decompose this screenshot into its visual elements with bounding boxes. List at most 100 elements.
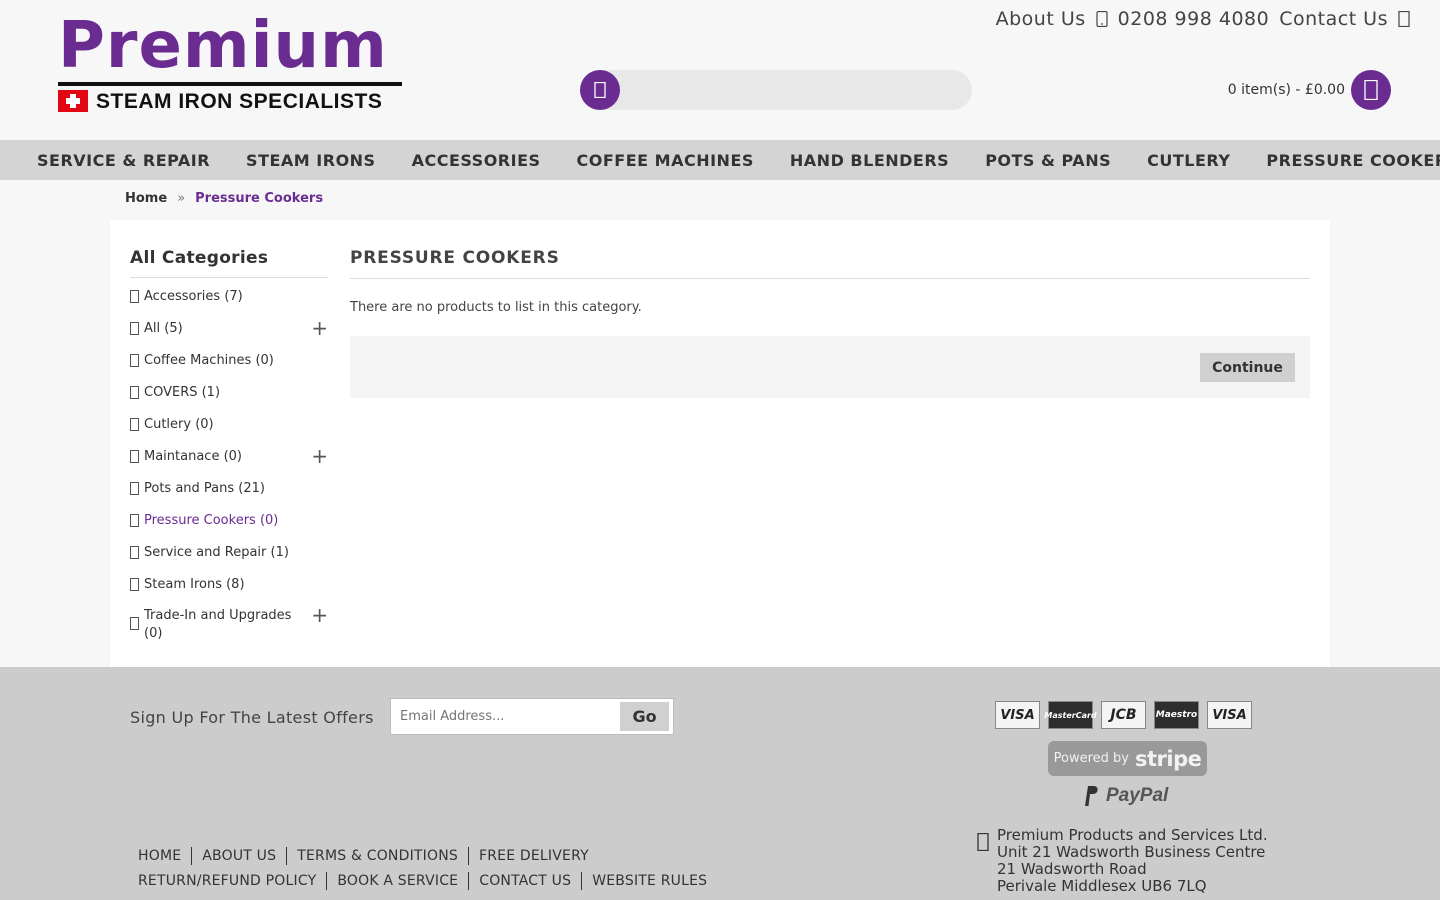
visa-electron-icon: VISA — [1207, 701, 1252, 729]
address-line: Perivale Middlesex UB6 7LQ — [997, 877, 1207, 895]
category-bullet-icon — [130, 322, 139, 335]
category-content: PRESSURE COOKERS There are no products t… — [350, 248, 1310, 398]
nav-accessories[interactable]: ACCESSORIES — [394, 151, 559, 170]
maestro-card-icon: Maestro — [1154, 701, 1199, 729]
location-icon — [977, 833, 989, 895]
cart-widget[interactable]: 0 item(s) - £0.00 — [1228, 70, 1391, 110]
footer-links: HOME ABOUT US TERMS & CONDITIONS FREE DE… — [138, 843, 738, 893]
category-bullet-icon — [130, 546, 139, 559]
envelope-icon[interactable] — [1398, 11, 1410, 27]
category-bullet-icon — [130, 354, 139, 367]
expand-plus-icon[interactable]: + — [311, 603, 328, 627]
stripe-badge: Powered by stripe — [1048, 741, 1207, 776]
footer-link-rules[interactable]: WEBSITE RULES — [581, 871, 717, 890]
jcb-card-icon: JCB — [1101, 701, 1146, 729]
continue-button[interactable]: Continue — [1200, 353, 1295, 382]
top-links: About Us 0208 998 4080 Contact Us — [996, 8, 1410, 30]
footer-link-home[interactable]: HOME — [138, 847, 191, 865]
phone-number-link[interactable]: 0208 998 4080 — [1118, 8, 1270, 30]
category-label[interactable]: COVERS (1) — [144, 384, 294, 402]
visa-card-icon: VISA — [995, 701, 1040, 729]
logo-wordmark: Premium — [58, 9, 388, 83]
category-bullet-icon — [130, 578, 139, 591]
nav-steam-irons[interactable]: STEAM IRONS — [228, 151, 394, 170]
cart-summary[interactable]: 0 item(s) - £0.00 — [1228, 82, 1345, 98]
nav-pressure-cookers[interactable]: PRESSURE COOKERS — [1248, 151, 1440, 170]
category-label[interactable]: Cutlery (0) — [144, 416, 294, 434]
nav-cutlery[interactable]: CUTLERY — [1129, 151, 1248, 170]
site-header: Premium STEAM IRON SPECIALISTS About Us … — [0, 0, 1440, 140]
category-label[interactable]: Maintanace (0) — [144, 448, 294, 466]
address-line: 21 Wadsworth Road — [997, 860, 1147, 878]
newsletter-email-input[interactable] — [391, 699, 617, 734]
cart-button[interactable] — [1351, 70, 1391, 110]
footer-link-terms[interactable]: TERMS & CONDITIONS — [286, 846, 468, 865]
logo-rule — [58, 82, 402, 86]
category-item-cutlery[interactable]: Cutlery (0) — [130, 416, 328, 434]
footer-link-contact[interactable]: CONTACT US — [468, 871, 581, 890]
category-item-accessories[interactable]: Accessories (7) — [130, 288, 328, 306]
main-panel: All Categories Accessories (7) All (5) +… — [110, 220, 1330, 667]
nav-hand-blenders[interactable]: HAND BLENDERS — [772, 151, 967, 170]
category-item-service-repair[interactable]: Service and Repair (1) — [130, 544, 328, 562]
category-bullet-icon — [130, 418, 139, 431]
site-footer: Sign Up For The Latest Offers Go VISA Ma… — [0, 667, 1440, 900]
expand-plus-icon[interactable]: + — [311, 444, 328, 468]
paypal-badge: PayPal — [1082, 785, 1168, 807]
footer-link-about[interactable]: ABOUT US — [191, 846, 286, 865]
category-label[interactable]: Steam Irons (8) — [144, 576, 294, 594]
newsletter-form: Go — [390, 698, 674, 735]
category-item-maintanace[interactable]: Maintanace (0) + — [130, 444, 328, 468]
category-bullet-icon — [130, 617, 139, 630]
nav-service-repair[interactable]: SERVICE & REPAIR — [0, 151, 228, 170]
footer-link-refund[interactable]: RETURN/REFUND POLICY — [138, 872, 326, 890]
swiss-flag-icon — [58, 90, 88, 112]
contact-us-link[interactable]: Contact Us — [1279, 8, 1388, 30]
category-label[interactable]: All (5) — [144, 320, 294, 338]
newsletter-go-button[interactable]: Go — [620, 702, 669, 731]
category-label[interactable]: Accessories (7) — [144, 288, 294, 306]
stripe-logo: stripe — [1134, 746, 1202, 771]
expand-plus-icon[interactable]: + — [311, 316, 328, 340]
nav-pots-pans[interactable]: POTS & PANS — [967, 151, 1129, 170]
category-bullet-icon — [130, 482, 139, 495]
breadcrumb-home[interactable]: Home — [125, 191, 167, 206]
phone-icon — [1096, 11, 1108, 27]
breadcrumb-separator: » — [177, 191, 186, 206]
site-logo[interactable]: Premium STEAM IRON SPECIALISTS — [58, 10, 402, 114]
category-label[interactable]: Pots and Pans (21) — [144, 480, 294, 498]
company-address: Premium Products and Services Ltd. Unit … — [977, 827, 1268, 895]
category-label[interactable]: Service and Repair (1) — [144, 544, 294, 562]
search-button[interactable] — [580, 70, 620, 110]
category-item-all[interactable]: All (5) + — [130, 316, 328, 340]
sidebar-title: All Categories — [130, 248, 328, 278]
category-label[interactable]: Coffee Machines (0) — [144, 352, 294, 370]
content-actions: Continue — [350, 336, 1310, 398]
category-item-covers[interactable]: COVERS (1) — [130, 384, 328, 402]
paypal-logo: PayPal — [1106, 785, 1169, 806]
search-input[interactable] — [624, 70, 964, 110]
category-bullet-icon — [130, 514, 139, 527]
category-bullet-icon — [130, 290, 139, 303]
payment-cards: VISA MasterCard JCB Maestro VISA — [995, 701, 1252, 729]
breadcrumb: Home » Pressure Cookers — [125, 191, 323, 206]
logo-tagline: STEAM IRON SPECIALISTS — [96, 90, 383, 113]
about-us-link[interactable]: About Us — [996, 8, 1086, 30]
breadcrumb-current[interactable]: Pressure Cookers — [195, 191, 323, 206]
cart-icon — [1364, 80, 1378, 100]
category-label[interactable]: Trade-In and Upgrades (0) — [144, 607, 294, 643]
address-line: Premium Products and Services Ltd. — [997, 826, 1268, 844]
footer-link-book-service[interactable]: BOOK A SERVICE — [326, 871, 468, 890]
address-line: Unit 21 Wadsworth Business Centre — [997, 843, 1266, 861]
category-item-coffee-machines[interactable]: Coffee Machines (0) — [130, 352, 328, 370]
category-item-pressure-cookers[interactable]: Pressure Cookers (0) — [130, 512, 328, 530]
category-label[interactable]: Pressure Cookers (0) — [144, 512, 294, 530]
nav-coffee-machines[interactable]: COFFEE MACHINES — [559, 151, 772, 170]
category-item-pots-pans[interactable]: Pots and Pans (21) — [130, 480, 328, 498]
main-navigation: SERVICE & REPAIR STEAM IRONS ACCESSORIES… — [0, 140, 1440, 180]
category-item-trade-in[interactable]: Trade-In and Upgrades (0) + — [130, 603, 328, 643]
footer-link-delivery[interactable]: FREE DELIVERY — [467, 846, 599, 865]
category-item-steam-irons[interactable]: Steam Irons (8) — [130, 576, 328, 594]
page-title: PRESSURE COOKERS — [350, 248, 1310, 279]
newsletter-label: Sign Up For The Latest Offers — [130, 708, 374, 727]
